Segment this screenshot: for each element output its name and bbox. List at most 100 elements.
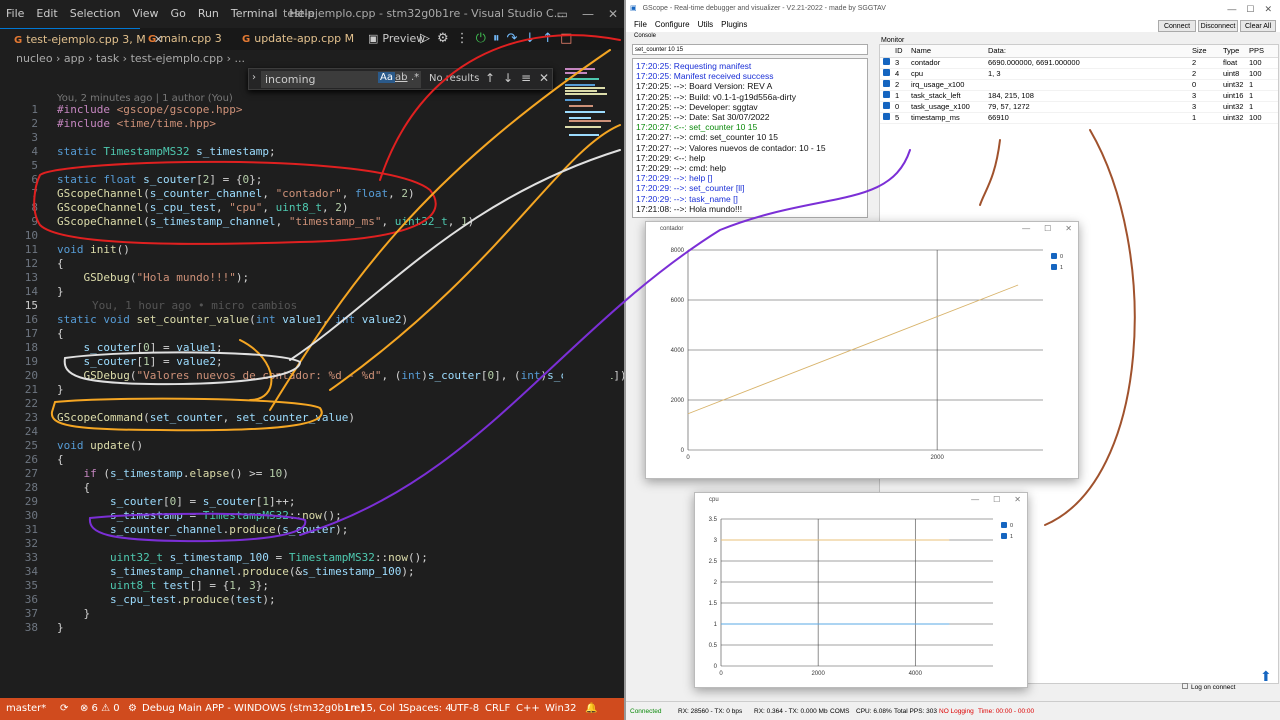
chevron-right-icon[interactable]: › xyxy=(252,72,256,83)
series-line xyxy=(687,284,1019,415)
cpu-chart[interactable]: 0 0.5 1 1.5 2 2.5 3 3.5 0 2000 4000 0 1 xyxy=(695,509,1027,687)
menu-selection[interactable]: Selection xyxy=(64,0,127,28)
col-header[interactable]: Name xyxy=(908,45,985,58)
checkbox-checked-icon[interactable] xyxy=(883,80,890,87)
clear-all-button[interactable]: Clear All xyxy=(1240,20,1276,32)
monitor-row[interactable]: 3 contador 6690.000000, 6691.000000 2 float 1… xyxy=(880,57,1278,69)
minimize-icon[interactable]: — xyxy=(1022,224,1030,233)
monitor-row[interactable]: 0 task_usage_x100 79, 57, 1272 3 uint32 1 xyxy=(880,101,1278,113)
checkbox-checked-icon[interactable] xyxy=(883,102,890,109)
log-on-connect-checkbox[interactable]: Log on connect xyxy=(1182,683,1235,691)
menu-file[interactable]: File xyxy=(0,0,30,28)
plot-window-contador[interactable]: contador —☐✕ 020004000600080000200040000… xyxy=(645,221,1079,479)
tab-update-app[interactable]: Gupdate-app.cpp M xyxy=(242,28,354,50)
menu-file[interactable]: File xyxy=(634,20,647,29)
minimize-icon[interactable]: — xyxy=(1227,4,1236,14)
close-icon[interactable]: ✕ xyxy=(1014,495,1021,504)
line-number: 36 xyxy=(24,593,38,606)
bell-icon[interactable]: 🔔 xyxy=(585,698,597,720)
monitor-row[interactable]: 2 irq_usage_x100 0 uint32 1 xyxy=(880,79,1278,91)
contador-chart[interactable]: 0200040006000800002000400001 xyxy=(646,238,1078,478)
minimap[interactable] xyxy=(563,66,611,686)
find-in-selection-icon[interactable]: ≡ xyxy=(521,71,531,85)
tab-preview[interactable]: ▣ Preview xyxy=(368,28,425,50)
match-case-toggle[interactable]: Aa xyxy=(378,72,395,83)
maximize-icon[interactable]: ☐ xyxy=(1246,4,1254,14)
regex-toggle[interactable]: .* xyxy=(411,72,419,83)
menu-run[interactable]: Run xyxy=(192,0,225,28)
disconnect-button[interactable]: Disconnect xyxy=(1198,20,1238,32)
cell-name: task_stack_left xyxy=(908,90,985,102)
cell-type: uint32 xyxy=(1220,101,1246,113)
close-icon[interactable]: ✕ xyxy=(1264,4,1272,14)
menu-configure[interactable]: Configure xyxy=(655,20,690,29)
line-number: 1 xyxy=(31,103,38,116)
match-word-toggle[interactable]: ab xyxy=(395,72,407,83)
tab-test-ejemplo[interactable]: Gtest-ejemplo.cpp 3, M ✕ xyxy=(0,28,163,50)
send-icon[interactable]: ⬆ xyxy=(1260,668,1272,685)
checkbox-checked-icon[interactable] xyxy=(883,69,890,76)
indentation[interactable]: Spaces: 4 xyxy=(403,698,452,720)
encoding[interactable]: UTF-8 xyxy=(450,698,479,720)
monitor-row[interactable]: 5 timestamp_ms 66910 1 uint32 100 xyxy=(880,112,1278,124)
legend-checkbox xyxy=(1001,533,1007,539)
layout-icon[interactable]: ▭ xyxy=(557,7,568,21)
close-icon[interactable]: ✕ xyxy=(539,71,549,85)
line-ending[interactable]: CRLF xyxy=(485,698,510,720)
arrow-up-icon[interactable]: ↑ xyxy=(485,71,495,85)
close-icon[interactable]: ✕ xyxy=(608,7,618,21)
line-number: 29 xyxy=(24,495,38,508)
console-line: 17:20:27: -->: Valores nuevos de contado… xyxy=(636,142,826,153)
line-number: 37 xyxy=(24,607,38,620)
y-tick-label: 0 xyxy=(714,664,718,670)
language-mode[interactable]: C++ xyxy=(516,698,540,720)
command-input[interactable]: set_counter 10 15 xyxy=(632,44,868,55)
menu-view[interactable]: View xyxy=(126,0,164,28)
run-icon[interactable]: ▷ xyxy=(420,31,430,46)
cursor-position[interactable]: Ln 15, Col 1 xyxy=(345,698,405,720)
tab-main[interactable]: Gmain.cpp 3 xyxy=(148,28,222,50)
branch-indicator[interactable]: master* xyxy=(6,698,46,720)
col-header[interactable]: Size xyxy=(1189,45,1220,58)
arrow-down-icon[interactable]: ↓ xyxy=(503,71,513,85)
col-header[interactable]: ID xyxy=(892,45,908,58)
col-header[interactable]: PPS xyxy=(1246,45,1278,58)
menu-terminal[interactable]: Terminal xyxy=(225,0,284,28)
stop-icon[interactable]: □ xyxy=(560,31,572,46)
minimize-icon[interactable]: — xyxy=(971,495,979,504)
sync-icon[interactable]: ⟳ xyxy=(60,698,68,720)
plot-window-cpu[interactable]: cpu — ☐ ✕ 0 0.5 1 1.5 2 2.5 3 3.5 0 2000 4000 0 1 xyxy=(694,492,1028,688)
console-line: 17:20:29: -->: set_counter [ll] xyxy=(636,183,745,194)
drag-handle-icon[interactable]: ⋮ xyxy=(456,31,469,46)
maximize-icon[interactable]: ☐ xyxy=(993,495,1000,504)
menu-go[interactable]: Go xyxy=(165,0,192,28)
step-over-icon[interactable]: ↷ xyxy=(506,31,517,46)
menu-plugins[interactable]: Plugins xyxy=(721,20,747,29)
platform[interactable]: Win32 xyxy=(545,698,577,720)
debug-config[interactable]: Debug Main APP - WINDOWS (stm32g0b1re) xyxy=(142,698,364,720)
code-line: if (s_timestamp.elapse() >= 10) xyxy=(83,467,289,480)
step-out-icon[interactable]: ↑ xyxy=(542,31,553,46)
monitor-row[interactable]: 1 task_stack_left 184, 215, 108 3 uint16 1 xyxy=(880,90,1278,102)
checkbox-checked-icon[interactable] xyxy=(883,58,890,65)
restart-icon[interactable]: ⏻ xyxy=(476,31,486,46)
settings-icon[interactable]: ⚙ xyxy=(437,31,449,46)
pause-icon[interactable]: ⏸ xyxy=(493,31,500,46)
maximize-icon[interactable]: ☐ xyxy=(1044,224,1051,233)
console-output[interactable]: 17:20:25: Requesting manifest 17:20:25: M… xyxy=(632,58,868,218)
breadcrumb[interactable]: nucleo › app › task › test-ejemplo.cpp ›… xyxy=(16,52,245,68)
monitor-row[interactable]: 4 cpu 1, 3 2 uint8 100 xyxy=(880,68,1278,80)
cell-pps: 100 xyxy=(1246,68,1278,80)
minimize-icon[interactable]: — xyxy=(582,7,594,21)
checkbox-icon xyxy=(1182,683,1188,689)
step-into-icon[interactable]: ↓ xyxy=(524,31,535,46)
menu-edit[interactable]: Edit xyxy=(30,0,63,28)
connect-button[interactable]: Connect xyxy=(1158,20,1196,32)
problems-indicator[interactable]: ⊗ 6 ⚠ 0 xyxy=(80,698,120,720)
checkbox-checked-icon[interactable] xyxy=(883,91,890,98)
col-header[interactable]: Data: xyxy=(985,45,1189,58)
close-icon[interactable]: ✕ xyxy=(1065,224,1072,233)
checkbox-checked-icon[interactable] xyxy=(883,113,890,120)
col-header[interactable]: Type xyxy=(1220,45,1246,58)
menu-utils[interactable]: Utils xyxy=(698,20,714,29)
